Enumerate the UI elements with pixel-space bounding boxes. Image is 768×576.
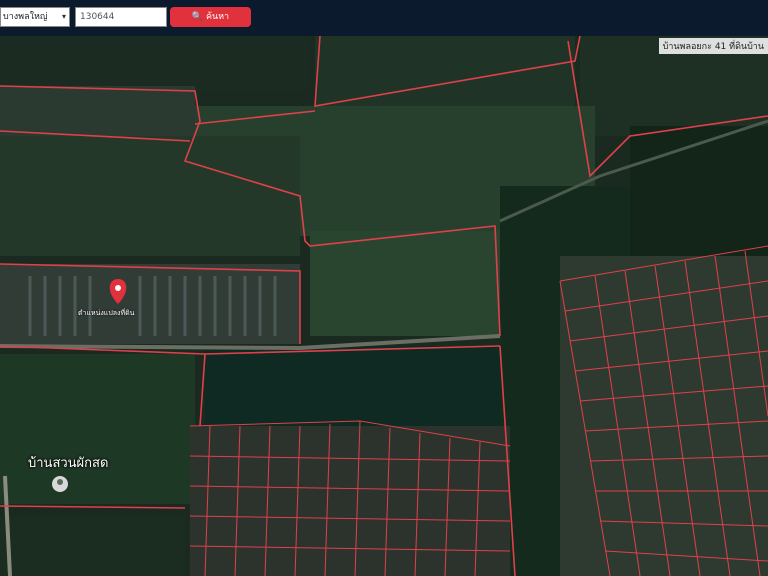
place-name-label[interactable]: บ้านสวนผักสด: [28, 452, 108, 473]
map-imagery: [0, 36, 768, 576]
province-select-value: บางพลใหญ่: [3, 12, 48, 22]
search-icon: 🔍: [191, 12, 204, 22]
search-button-label: ค้นหา: [205, 12, 230, 22]
chevron-down-icon: ▾: [61, 12, 66, 21]
parcel-number-input[interactable]: 130644: [75, 7, 167, 27]
search-button[interactable]: 🔍 ค้นหา: [170, 7, 251, 27]
province-select[interactable]: บางพลใหญ่ ▾: [0, 7, 70, 27]
map-corner-label: บ้านพลอยกะ 41 ที่ดินบ้าน: [658, 38, 768, 54]
marker-label: ตำแหน่งแปลงที่ดิน: [78, 309, 135, 317]
satellite-map[interactable]: บ้านพลอยกะ 41 ที่ดินบ้าน ตำแหน่งแปลงที่ด…: [0, 36, 768, 576]
search-toolbar: บางพลใหญ่ ▾ 130644 🔍 ค้นหา: [0, 0, 768, 36]
